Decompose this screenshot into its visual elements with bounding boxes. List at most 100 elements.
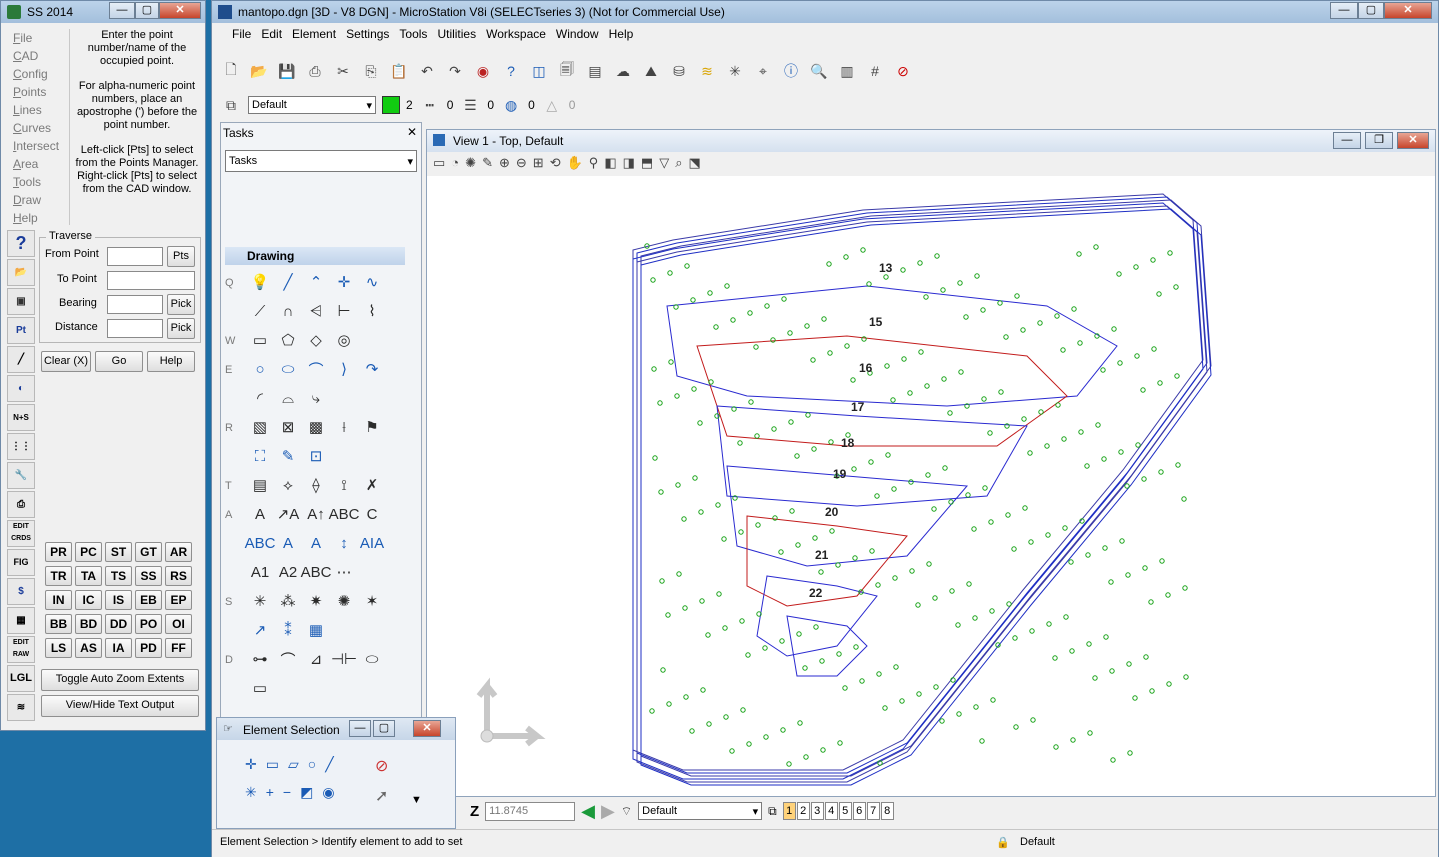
- ms-menu-element[interactable]: Element: [292, 27, 336, 41]
- dollar-icon[interactable]: $: [7, 578, 35, 605]
- key-button-tr[interactable]: TR: [45, 566, 72, 586]
- task-tool-icon[interactable]: ⬭: [359, 646, 385, 672]
- pt-icon[interactable]: Pt: [7, 317, 35, 344]
- task-tool-icon[interactable]: ↷: [359, 356, 385, 382]
- key-button-is[interactable]: IS: [105, 590, 132, 610]
- circle-icon[interactable]: ○: [308, 756, 325, 772]
- task-tool-icon[interactable]: ✷: [303, 588, 329, 614]
- ms-menu-workspace[interactable]: Workspace: [486, 27, 546, 41]
- cut-icon[interactable]: ✂: [332, 60, 354, 82]
- task-tool-icon[interactable]: ⟋: [247, 298, 273, 324]
- subtract-icon[interactable]: −: [283, 784, 300, 800]
- ms-menu-file[interactable]: File: [232, 27, 251, 41]
- key-button-ic[interactable]: IC: [75, 590, 102, 610]
- pan-icon[interactable]: ✋: [567, 155, 589, 170]
- fig-icon[interactable]: FIG: [7, 549, 35, 576]
- line-style-icon[interactable]: ┅: [419, 94, 441, 116]
- key-button-eb[interactable]: EB: [135, 590, 162, 610]
- key-button-oi[interactable]: OI: [165, 614, 192, 634]
- task-tool-icon[interactable]: ⌒: [275, 646, 301, 672]
- key-button-pr[interactable]: PR: [45, 542, 72, 562]
- save-file-icon[interactable]: 💾: [276, 60, 298, 82]
- bearing-input[interactable]: [107, 295, 163, 314]
- view-rotate-icon[interactable]: ⌔: [621, 804, 632, 819]
- view-tab-5[interactable]: 5: [838, 802, 852, 820]
- ms-menu-edit[interactable]: Edit: [261, 27, 282, 41]
- task-tool-icon[interactable]: ◇: [303, 327, 329, 353]
- clear-button[interactable]: Clear (X): [41, 351, 91, 372]
- next-view-icon[interactable]: ◨: [623, 155, 641, 170]
- task-tool-icon[interactable]: ∿: [359, 269, 385, 295]
- invert-icon[interactable]: ◩: [300, 784, 322, 800]
- key-button-bb[interactable]: BB: [45, 614, 72, 634]
- walk-icon[interactable]: ⚲: [589, 155, 605, 170]
- new-file-icon[interactable]: 🗋: [220, 60, 242, 82]
- database-icon[interactable]: ⛁: [668, 60, 690, 82]
- view-hide-text-button[interactable]: View/Hide Text Output: [41, 695, 199, 717]
- ms-menu-tools[interactable]: Tools: [399, 27, 427, 41]
- nes-icon[interactable]: N+S: [7, 404, 35, 431]
- task-tool-icon[interactable]: ⊶: [247, 646, 273, 672]
- edit-raw-icon[interactable]: EDIT RAW: [7, 636, 35, 663]
- compass-icon[interactable]: ◐: [7, 375, 35, 402]
- open-icon[interactable]: 📂: [7, 259, 35, 286]
- ms-menu-window[interactable]: Window: [556, 27, 599, 41]
- key-button-as[interactable]: AS: [75, 638, 102, 658]
- task-tool-icon[interactable]: ✎: [275, 443, 301, 469]
- zoom-out-icon[interactable]: ⊖: [516, 155, 533, 170]
- task-tool-icon[interactable]: AIA: [359, 530, 385, 556]
- key-button-po[interactable]: PO: [135, 614, 162, 634]
- fit-view-icon[interactable]: ⟲: [550, 155, 567, 170]
- display-style-icon[interactable]: ◔: [451, 155, 465, 170]
- view-tab-4[interactable]: 4: [824, 802, 838, 820]
- ms-minimize-button[interactable]: —: [1330, 2, 1358, 19]
- pts-button[interactable]: Pts: [167, 246, 195, 267]
- task-tool-icon[interactable]: A2: [275, 559, 301, 585]
- task-tool-icon[interactable]: ⚑: [359, 414, 385, 440]
- menu-config[interactable]: Config: [7, 65, 67, 83]
- lighting-icon[interactable]: ✺: [465, 155, 482, 170]
- task-tool-icon[interactable]: A1: [247, 559, 273, 585]
- ms-menu-utilities[interactable]: Utilities: [437, 27, 476, 41]
- task-tool-icon[interactable]: ▦: [303, 617, 329, 643]
- undo-icon[interactable]: ↶: [416, 60, 438, 82]
- menu-points[interactable]: Points: [7, 83, 67, 101]
- globe-icon[interactable]: ◉: [472, 60, 494, 82]
- element-selection-close[interactable]: ✕: [413, 720, 441, 737]
- block-icon[interactable]: ▭: [266, 756, 288, 772]
- level-manager-icon[interactable]: ⧉: [220, 94, 242, 116]
- line-icon[interactable]: ╱: [325, 756, 342, 772]
- key-button-gt[interactable]: GT: [135, 542, 162, 562]
- menu-tools[interactable]: Tools: [7, 173, 67, 191]
- grid-dots-icon[interactable]: ⋮⋮: [7, 433, 35, 460]
- task-tool-icon[interactable]: A↑: [303, 501, 329, 527]
- task-tool-icon[interactable]: ✺: [331, 588, 357, 614]
- layers-icon[interactable]: ≋: [7, 694, 35, 721]
- status-lock-icon[interactable]: 🔒: [996, 836, 1010, 849]
- back-icon[interactable]: ◀: [581, 801, 595, 822]
- task-tool-icon[interactable]: ⊢: [331, 298, 357, 324]
- pointer-icon[interactable]: ➚: [375, 786, 388, 806]
- new-icon[interactable]: ✳: [245, 784, 266, 800]
- map-icon[interactable]: ▦: [7, 607, 35, 634]
- menu-lines[interactable]: Lines: [7, 101, 67, 119]
- key-button-st[interactable]: ST: [105, 542, 132, 562]
- task-tool-icon[interactable]: ⁂: [275, 588, 301, 614]
- menu-cad[interactable]: CAD: [7, 47, 67, 65]
- landscape-icon[interactable]: ⛰: [640, 60, 662, 82]
- priority-icon[interactable]: △: [541, 94, 563, 116]
- task-tool-icon[interactable]: ⌇: [359, 298, 385, 324]
- element-selection-min[interactable]: —: [349, 720, 371, 737]
- task-tool-icon[interactable]: ╱: [275, 269, 301, 295]
- snap-icon[interactable]: ✳: [724, 60, 746, 82]
- update-view-icon[interactable]: ✎: [482, 155, 499, 170]
- references-icon[interactable]: 🗐: [556, 60, 578, 82]
- task-tool-icon[interactable]: ⩤: [303, 298, 329, 324]
- models-icon[interactable]: ◫: [528, 60, 550, 82]
- camera-icon[interactable]: ⌕: [675, 155, 688, 170]
- paste-icon[interactable]: 📋: [388, 60, 410, 82]
- raster-icon[interactable]: ▤: [584, 60, 606, 82]
- task-tool-icon[interactable]: ⤷: [303, 385, 329, 411]
- lgl-icon[interactable]: LGL: [7, 665, 35, 692]
- key-button-ls[interactable]: LS: [45, 638, 72, 658]
